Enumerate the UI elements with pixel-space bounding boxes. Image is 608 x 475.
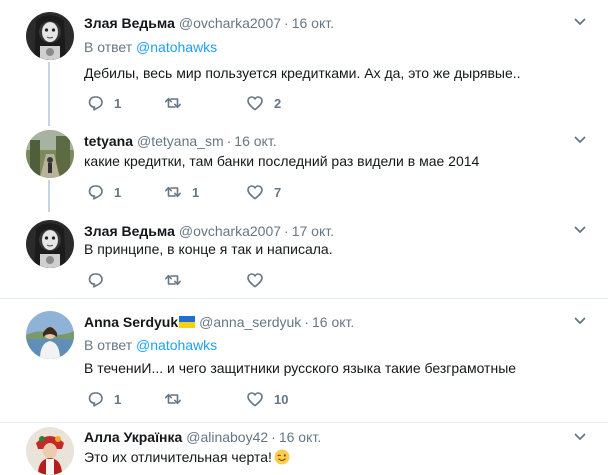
display-name[interactable]: Злая Ведьма	[84, 15, 175, 31]
like-button[interactable]	[246, 270, 274, 290]
avatar[interactable]	[26, 130, 74, 178]
separator-dot: ·	[284, 223, 289, 239]
reply-count: 1	[114, 184, 122, 200]
tweet[interactable]: Злая Ведьма @ovcharka2007 · 16 окт. В ответ…	[0, 0, 608, 126]
display-name[interactable]: tetyana	[84, 133, 133, 149]
ukraine-flag-icon	[179, 316, 196, 328]
mention-link[interactable]: @natohawks	[136, 39, 217, 55]
reply-icon	[88, 273, 103, 288]
tweet[interactable]: Алла Украïнка @alinaboy42 · 16 окт. Это их …	[0, 423, 608, 475]
tweet-actions: 1 10	[84, 389, 404, 409]
tweet[interactable]: Anna Serdyuk @anna_serdyuk · 16 окт. В отве…	[0, 299, 608, 422]
chevron-down-icon[interactable]	[574, 134, 586, 146]
reply-context: В ответ @natohawks	[84, 38, 217, 56]
avatar[interactable]	[26, 12, 74, 60]
tweet-actions	[84, 270, 404, 290]
timestamp[interactable]: 16 окт.	[292, 15, 334, 31]
chevron-down-icon[interactable]	[574, 431, 586, 443]
like-button[interactable]: 10	[246, 389, 288, 409]
reply-button[interactable]	[86, 270, 114, 290]
timestamp[interactable]: 16 окт.	[312, 314, 354, 330]
display-name[interactable]: Anna Serdyuk	[84, 314, 178, 330]
display-name[interactable]: Злая Ведьма	[84, 223, 175, 239]
separator-dot: ·	[304, 314, 309, 330]
tweet[interactable]: tetyana @tetyana_sm · 16 окт. какие кредитк…	[0, 118, 608, 212]
retweet-button[interactable]	[164, 270, 192, 290]
reply-count: 1	[114, 95, 122, 111]
tweet[interactable]: Злая Ведьма @ovcharka2007 · 17 окт. В принц…	[0, 208, 608, 298]
reply-button[interactable]: 1	[86, 182, 121, 202]
separator-dot: ·	[271, 429, 276, 445]
chevron-down-icon[interactable]	[574, 315, 586, 327]
like-count: 2	[274, 95, 282, 111]
like-icon	[247, 392, 263, 407]
user-handle[interactable]: @ovcharka2007	[179, 223, 281, 239]
retweet-icon	[165, 97, 181, 109]
tweet-text: В течениИ... и чего защитники русского я…	[84, 360, 517, 376]
mention-link[interactable]: @natohawks	[136, 337, 217, 353]
reply-button[interactable]: 1	[86, 389, 121, 409]
user-handle[interactable]: @tetyana_sm	[137, 133, 224, 149]
timestamp[interactable]: 17 окт.	[292, 223, 334, 239]
like-icon	[247, 96, 263, 111]
like-count: 10	[274, 391, 289, 407]
reply-button[interactable]: 1	[86, 93, 121, 113]
reply-count: 1	[114, 391, 122, 407]
retweet-icon	[165, 274, 181, 286]
retweet-icon	[165, 186, 181, 198]
retweet-count: 1	[192, 184, 200, 200]
user-handle[interactable]: @alinaboy42	[186, 429, 268, 445]
chevron-down-icon[interactable]	[574, 16, 586, 28]
like-button[interactable]: 2	[246, 93, 281, 113]
tweet-actions: 1 1 7	[84, 182, 404, 202]
like-icon	[247, 273, 263, 288]
like-icon	[247, 185, 263, 200]
retweet-icon	[165, 393, 181, 405]
user-handle[interactable]: @anna_serdyuk	[199, 314, 301, 330]
chevron-down-icon[interactable]	[574, 224, 586, 236]
avatar[interactable]	[26, 427, 74, 475]
retweet-button[interactable]: 1	[164, 182, 199, 202]
timestamp[interactable]: 16 окт.	[279, 429, 321, 445]
tweet-text-content: Это их отличительная черта!	[84, 449, 272, 465]
timestamp[interactable]: 16 окт.	[234, 133, 276, 149]
winking-face-emoji	[274, 449, 290, 465]
tweet-actions: 1 2	[84, 93, 404, 113]
avatar[interactable]	[26, 220, 74, 268]
display-name[interactable]: Алла Украïнка	[84, 429, 182, 445]
tweet-text: Дебилы, весь мир пользуется кредитками. …	[84, 65, 521, 81]
tweet-text: В принципе, в конце я так и написала.	[84, 241, 333, 257]
separator-dot: ·	[284, 15, 289, 31]
reply-context: В ответ @natohawks	[84, 336, 217, 354]
like-count: 7	[274, 184, 282, 200]
avatar[interactable]	[26, 311, 74, 359]
separator-dot: ·	[226, 133, 232, 149]
tweet-text: какие кредитки, там банки последний раз …	[84, 153, 480, 169]
reply-label: В ответ	[84, 337, 133, 353]
like-button[interactable]: 7	[246, 182, 281, 202]
reply-icon	[88, 96, 103, 111]
tweet-text: Это их отличительная черта!	[84, 448, 290, 466]
reply-icon	[88, 392, 103, 407]
user-handle[interactable]: @ovcharka2007	[179, 15, 281, 31]
retweet-button[interactable]	[164, 93, 192, 113]
reply-label: В ответ	[84, 39, 133, 55]
reply-icon	[88, 185, 103, 200]
retweet-button[interactable]	[164, 389, 192, 409]
